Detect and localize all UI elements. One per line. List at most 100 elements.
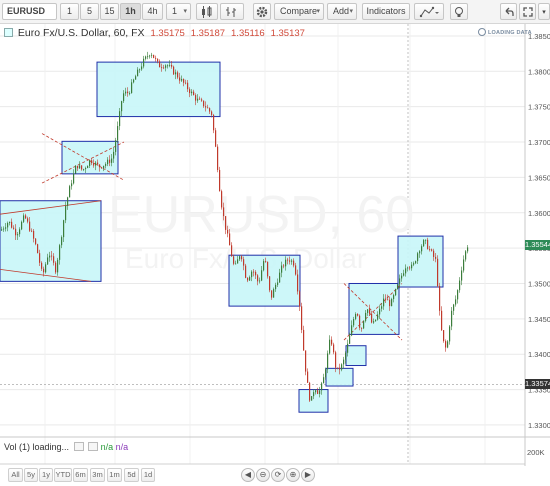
undo-button[interactable]	[500, 3, 517, 20]
candle-body	[41, 262, 43, 269]
candle-body	[73, 173, 75, 184]
candle-body	[7, 222, 9, 228]
candle-body	[107, 159, 109, 165]
candle-body	[281, 265, 283, 273]
range-all-button[interactable]: All	[8, 468, 23, 482]
candle-body	[45, 264, 47, 273]
add-button[interactable]: Add ▾	[327, 3, 357, 20]
chevron-down-icon: ▾	[542, 9, 546, 16]
candle-body	[267, 261, 269, 277]
candle-body	[459, 280, 461, 291]
candle-body	[11, 221, 13, 228]
legend-low: 1.35116	[231, 28, 265, 39]
zoom-in-button[interactable]: ⊕	[286, 468, 300, 482]
expand-icon	[522, 7, 533, 17]
interval-5m-button[interactable]: 5	[80, 3, 99, 20]
candle-body	[445, 341, 447, 348]
range-1y-button[interactable]: 1y	[39, 468, 53, 482]
interval-4h-button[interactable]: 4h	[142, 3, 163, 20]
range-3m-button[interactable]: 3m	[90, 468, 105, 482]
fullscreen-button[interactable]	[519, 3, 536, 20]
scroll-right-button[interactable]: ▶	[301, 468, 315, 482]
candle-body	[93, 163, 95, 166]
range-1m-button[interactable]: 1m	[107, 468, 122, 482]
range-1d-button[interactable]: 1d	[141, 468, 155, 482]
candle-body	[351, 325, 353, 336]
candle-body	[373, 321, 375, 323]
range-6m-button[interactable]: 6m	[73, 468, 88, 482]
zoom-out-button[interactable]: ⊖	[256, 468, 270, 482]
candle-body	[329, 339, 331, 354]
chevron-down-icon: ▾	[316, 8, 320, 15]
candle-body	[443, 330, 445, 342]
candle-body	[421, 246, 423, 252]
candle-body	[161, 67, 163, 69]
interval-1m-button[interactable]: 1	[60, 3, 79, 20]
indicators-button[interactable]: Indicators	[362, 3, 410, 20]
reset-chart-button[interactable]: ⟳	[271, 468, 285, 482]
price-chart[interactable]: EURUSD, 60 Euro Fx/U.S. Dollar 1.385001.…	[0, 24, 550, 466]
candle-body	[51, 255, 53, 257]
price-tick-label: 1.36000	[528, 209, 550, 218]
candle-body	[297, 274, 299, 292]
candles-style-button[interactable]	[196, 3, 218, 20]
candle-body	[415, 261, 417, 264]
candle-body	[233, 256, 235, 264]
candle-body	[335, 352, 337, 368]
candle-body	[115, 140, 117, 152]
candle-body	[225, 216, 227, 230]
candle-body	[311, 396, 313, 401]
candle-body	[289, 260, 291, 262]
interval-15m-button[interactable]: 15	[100, 3, 119, 20]
candle-body	[131, 82, 133, 94]
candle-body	[189, 89, 191, 94]
candle-body	[395, 289, 397, 296]
volume-legend: Vol (1) loading... n/a n/a	[4, 442, 128, 452]
candle-body	[185, 82, 187, 84]
candle-body	[439, 286, 441, 311]
candle-body	[91, 160, 93, 164]
alert-button[interactable]	[450, 3, 468, 20]
volume-close-button[interactable]	[88, 442, 99, 451]
candle-body	[235, 263, 237, 265]
range-ytd-button[interactable]: YTD	[54, 468, 72, 482]
volume-settings-button[interactable]	[73, 442, 84, 451]
more-menu-button[interactable]: ▾	[538, 3, 550, 20]
candle-body	[367, 309, 369, 313]
scroll-left-button[interactable]: ◀	[241, 468, 255, 482]
candle-body	[265, 261, 267, 262]
candle-body	[301, 306, 303, 330]
candle-body	[353, 319, 355, 326]
legend-close: 1.35137	[270, 28, 305, 39]
candle-body	[263, 261, 265, 271]
candle-body	[449, 326, 451, 342]
candle-body	[463, 259, 465, 271]
chart-style-dropdown[interactable]	[220, 3, 244, 20]
chart-legend: Euro Fx/U.S. Dollar, 60, FX 1.35175 1.35…	[4, 27, 305, 39]
candle-body	[205, 106, 207, 108]
candle-body	[209, 108, 211, 112]
candle-body	[345, 352, 347, 360]
drawing-tools-dropdown[interactable]	[414, 3, 444, 20]
candle-body	[407, 267, 409, 269]
candle-body	[169, 64, 171, 66]
chevron-down-icon: ▾	[183, 8, 187, 15]
candle-body	[321, 383, 323, 391]
settings-button[interactable]	[253, 3, 271, 20]
candle-body	[67, 197, 69, 206]
symbol-input[interactable]: EURUSD	[2, 3, 57, 20]
candle-body	[253, 271, 255, 273]
candle-body	[379, 308, 381, 315]
range-5y-button[interactable]: 5y	[24, 468, 38, 482]
range-5d-button[interactable]: 5d	[124, 468, 139, 482]
candle-body	[13, 227, 15, 229]
candle-body	[147, 56, 149, 58]
compare-button[interactable]: Compare ▾	[274, 3, 324, 20]
interval-dropdown[interactable]: 1 ▾	[166, 3, 191, 20]
interval-1h-button[interactable]: 1h	[120, 3, 141, 20]
candle-body	[215, 130, 217, 147]
candle-body	[317, 390, 319, 394]
candle-body	[319, 390, 321, 394]
legend-high: 1.35187	[190, 28, 226, 39]
candle-body	[337, 367, 339, 369]
